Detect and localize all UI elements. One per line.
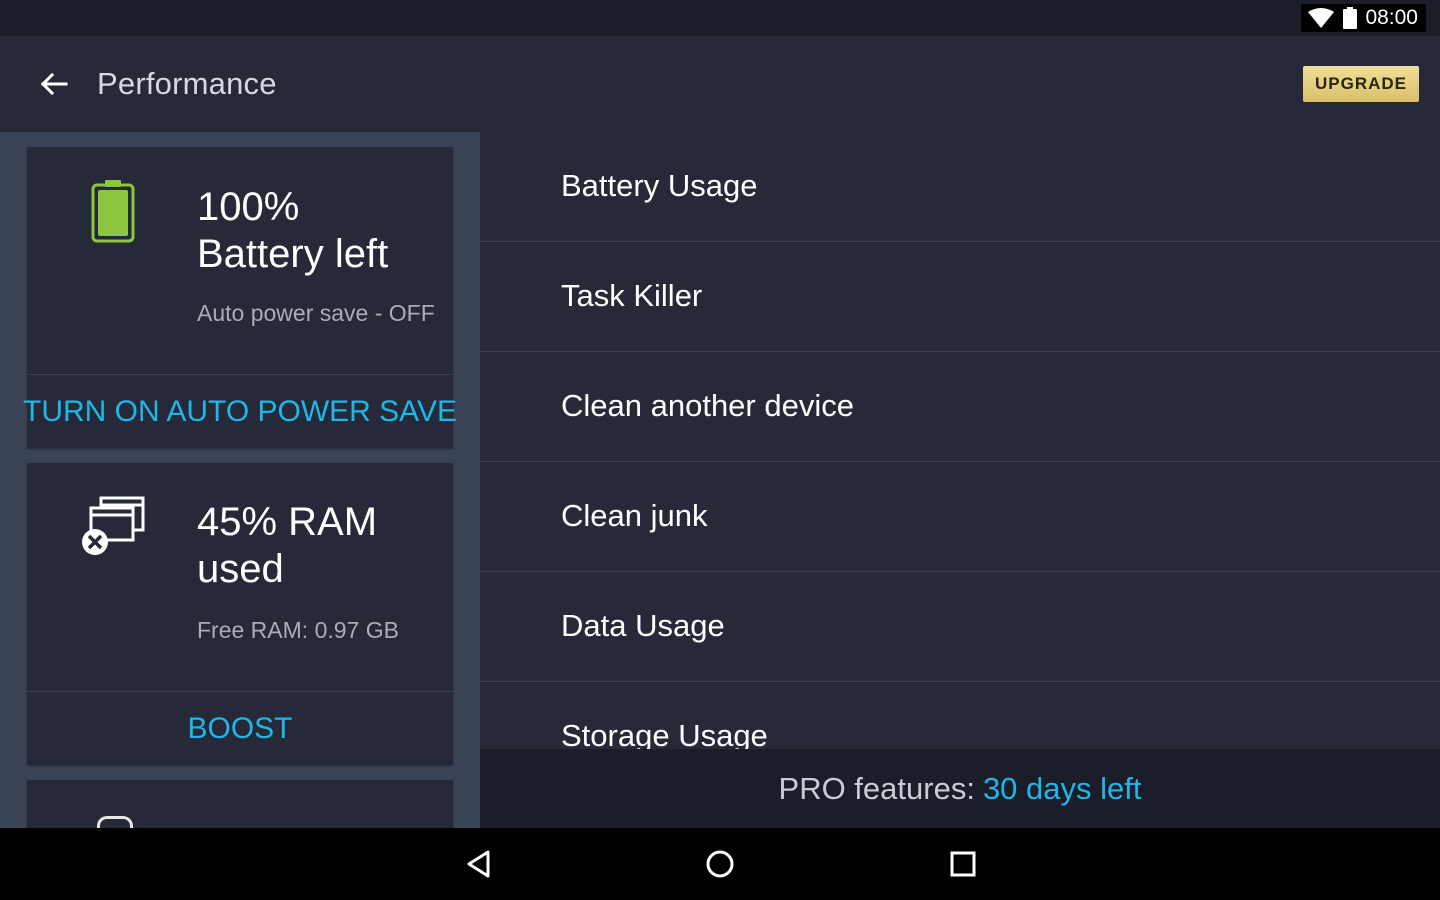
battery-card: 100% Battery left Auto power save - OFF … [23,147,457,448]
left-panel: 100% Battery left Auto power save - OFF … [0,132,480,828]
menu-item-battery-usage[interactable]: Battery Usage [480,132,1440,242]
ram-used-label: used [197,547,284,591]
nav-home-icon [706,850,734,878]
storage-icon [97,816,133,828]
battery-icon [1343,7,1358,29]
auto-power-save-status: Auto power save - OFF [197,300,435,326]
storage-card [27,780,453,828]
menu-item-label: Clean junk [561,498,708,533]
navigation-bar [0,828,1440,900]
menu-item-task-killer[interactable]: Task Killer [480,242,1440,352]
nav-home-button[interactable] [690,842,750,886]
pro-features-label: PRO features: [778,770,975,806]
battery-left-label: Battery left [197,232,389,276]
status-time: 08:00 [1365,6,1418,29]
menu-item-data-usage[interactable]: Data Usage [480,572,1440,682]
menu-item-label: Battery Usage [561,168,758,203]
upgrade-button[interactable]: UPGRADE [1303,66,1419,102]
status-right: 08:00 [1301,0,1426,36]
ram-headline: 45% RAM used [197,499,437,593]
menu-item-clean-another-device[interactable]: Clean another device [480,352,1440,462]
back-button[interactable] [30,62,78,106]
ram-percent: 45% RAM [197,500,378,544]
nav-back-icon [467,850,490,878]
wifi-icon [1308,8,1335,28]
menu-item-clean-junk[interactable]: Clean junk [480,462,1440,572]
menu-item-label: Clean another device [561,388,854,423]
battery-headline: 100% Battery left [197,184,437,278]
menu-item-storage-usage[interactable]: Storage Usage [480,682,1440,749]
free-ram-value: Free RAM: 0.97 GB [197,617,399,643]
turn-on-auto-power-save-button[interactable]: TURN ON AUTO POWER SAVE [23,375,457,448]
close-windows-icon [82,496,145,555]
menu-item-label: Task Killer [561,278,703,313]
ram-card: 45% RAM used Free RAM: 0.97 GB BOOST [27,463,453,765]
nav-recents-button[interactable] [933,842,993,886]
pro-days-left: 30 days left [982,770,1142,806]
battery-full-icon [91,180,135,243]
page-title: Performance [97,66,277,101]
nav-recents-icon [950,851,976,877]
menu-list: Battery Usage Task Killer Clean another … [480,132,1440,749]
status-icons: 08:00 [1301,4,1426,32]
pro-features-banner[interactable]: PRO features: 30 days left [480,749,1440,828]
arrow-left-icon [40,72,68,96]
boost-button[interactable]: BOOST [27,692,453,765]
battery-percent: 100% [197,185,300,229]
menu-item-label: Data Usage [561,608,725,643]
nav-back-button[interactable] [448,842,508,886]
app-bar: Performance UPGRADE [0,36,1440,132]
menu-item-label: Storage Usage [561,718,768,749]
status-bar: 08:00 [0,0,1440,36]
